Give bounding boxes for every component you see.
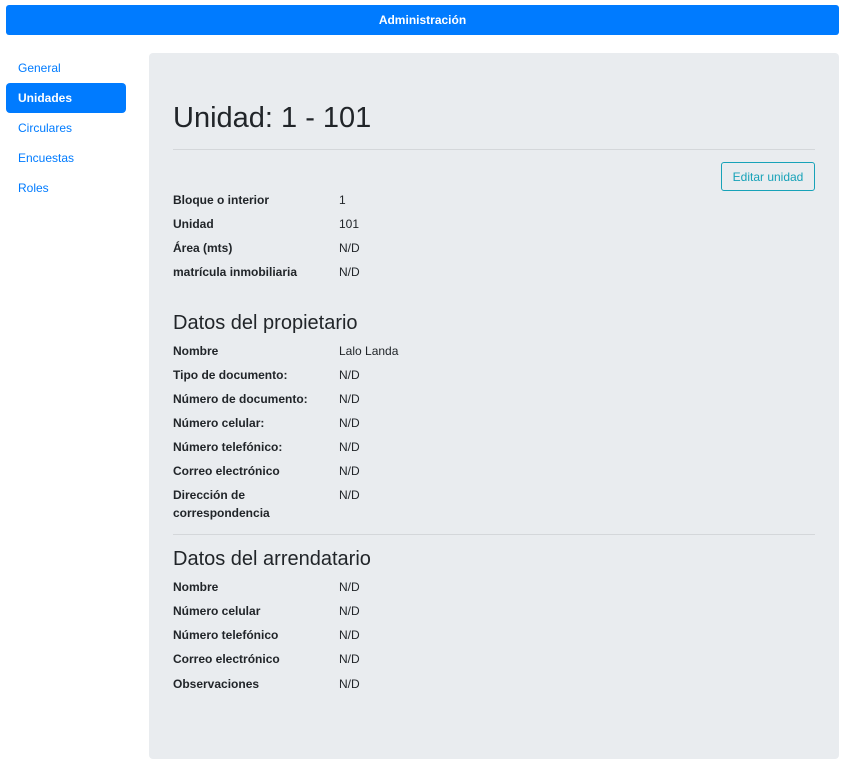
- owner-section-title: Datos del propietario: [173, 312, 358, 334]
- field-label: Número celular:: [173, 416, 265, 430]
- field-label: Nombre: [173, 344, 219, 358]
- field-value: N/D: [339, 416, 360, 430]
- sidebar-item-encuestas[interactable]: Encuestas: [6, 143, 126, 173]
- field-label: Número de documento:: [173, 392, 308, 406]
- sidebar: General Unidades Circulares Encuestas Ro…: [6, 53, 126, 203]
- sidebar-item-general[interactable]: General: [6, 53, 126, 83]
- edit-unit-button[interactable]: Editar unidad: [721, 162, 815, 191]
- field-value: N/D: [339, 440, 360, 454]
- field-value: N/D: [339, 628, 360, 642]
- field-label: Área (mts): [173, 241, 233, 255]
- field-value: Lalo Landa: [339, 344, 399, 358]
- field-label: Número telefónico:: [173, 440, 283, 454]
- field-label: matrícula inmobiliaria: [173, 265, 298, 279]
- sidebar-item-circulares[interactable]: Circulares: [6, 113, 126, 143]
- title-divider: [173, 149, 815, 150]
- app-title: Administración: [378, 13, 467, 27]
- field-value: N/D: [339, 265, 360, 279]
- field-value: 1: [339, 193, 346, 207]
- field-label: Nombre: [173, 580, 219, 594]
- field-label: Número celular: [173, 604, 261, 618]
- unit-detail-panel: Unidad: 1 - 101 Editar unidad Bloque o i…: [149, 53, 839, 759]
- field-label: Dirección de correspondencia: [173, 488, 270, 520]
- page-title: Unidad: 1 - 101: [173, 102, 372, 134]
- field-label: Correo electrónico: [173, 464, 280, 478]
- field-value: N/D: [339, 464, 360, 478]
- field-value: N/D: [339, 677, 360, 691]
- field-label: Observaciones: [173, 677, 260, 691]
- field-value: 101: [339, 217, 360, 231]
- field-label: Unidad: [173, 217, 214, 231]
- tenant-section-title: Datos del arrendatario: [173, 548, 371, 570]
- field-value: N/D: [339, 368, 360, 382]
- field-label: Tipo de documento:: [173, 368, 288, 382]
- section-divider: [173, 534, 815, 535]
- field-value: N/D: [339, 392, 360, 406]
- field-label: Bloque o interior: [173, 193, 269, 207]
- field-value: N/D: [339, 241, 360, 255]
- app-header: Administración: [6, 5, 839, 35]
- field-value: N/D: [339, 580, 360, 594]
- field-label: Número telefónico: [173, 628, 279, 642]
- field-label: Correo electrónico: [173, 652, 280, 666]
- sidebar-item-unidades[interactable]: Unidades: [6, 83, 126, 113]
- field-value: N/D: [339, 604, 360, 618]
- sidebar-item-roles[interactable]: Roles: [6, 173, 126, 203]
- field-value: N/D: [339, 652, 360, 666]
- field-value: N/D: [339, 488, 360, 502]
